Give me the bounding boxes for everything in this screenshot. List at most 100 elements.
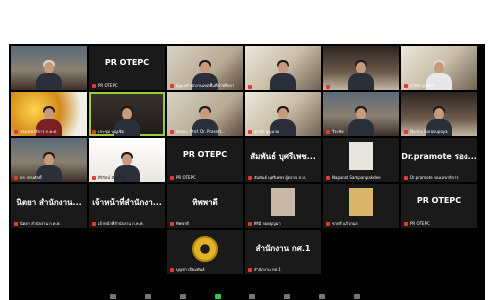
participant-tile[interactable] bbox=[11, 46, 87, 90]
participant-name-label: บุญชา เจียมพันธ์ bbox=[170, 267, 241, 273]
participant-name-label: ผู้ดูแลสำนักงานเขตพื้นที่การศึกษา bbox=[170, 83, 241, 89]
video-icon[interactable] bbox=[144, 294, 151, 299]
participant-name-label: PR OTEPC bbox=[92, 83, 163, 89]
security-icon[interactable] bbox=[179, 294, 186, 299]
participant-tile[interactable]: รองเลขาธิการ ก.ค.ศ. bbox=[11, 92, 87, 136]
participant-name-large: เจ้าหน้าที่สำนักงา... bbox=[92, 198, 162, 207]
mic-muted-icon bbox=[404, 84, 408, 88]
participant-name-label: Dr.pramote รองเลขาธิการ bbox=[404, 175, 475, 181]
participants-gallery: PR OTEPC PR OTEPC ผู้ดูแลสำนักงานเขตพื้น… bbox=[9, 44, 485, 300]
mic-muted-icon bbox=[92, 84, 96, 88]
participant-tile[interactable]: ศิริมี รอดบุญมา bbox=[245, 184, 321, 228]
participant-name-label: เจ้าหน้าที่สำนักงาน ก.ค.ศ. bbox=[92, 221, 163, 227]
participant-name-label: สัมพันธ์ บุศรีเพชร ผู้ตรวจ ส.ป. bbox=[248, 175, 319, 181]
video-conference-screen: PR OTEPC PR OTEPC ผู้ดูแลสำนักงานเขตพื้น… bbox=[0, 0, 488, 300]
mic-muted-icon bbox=[14, 176, 18, 180]
mic-muted-icon bbox=[170, 84, 174, 88]
participant-name-large: PR OTEPC bbox=[416, 196, 462, 205]
organization-emblem-icon bbox=[192, 236, 218, 262]
participant-tile[interactable]: เจ้าหน้าที่สำนักงา... เจ้าหน้าที่สำนักงา… bbox=[89, 184, 165, 228]
participant-name-large: สำนักงาน กศ.1 bbox=[255, 244, 311, 253]
participant-name-label: ศิริรัตน์ ตันชาญ bbox=[92, 175, 163, 181]
mic-muted-icon bbox=[170, 268, 174, 272]
mic-muted-icon bbox=[404, 130, 408, 134]
participant-tile-active-speaker[interactable]: ประชุม บุญเชิด bbox=[89, 92, 165, 136]
participants-icon[interactable] bbox=[214, 294, 221, 299]
participant-name-label: วีระชัย bbox=[326, 129, 397, 135]
mic-muted-icon bbox=[248, 85, 252, 89]
mic-muted-icon bbox=[92, 222, 96, 226]
participant-name-large: Dr.pramote รอง... bbox=[401, 152, 477, 161]
mute-icon[interactable] bbox=[110, 294, 116, 299]
mic-muted-icon bbox=[248, 222, 252, 226]
mic-muted-icon bbox=[326, 222, 330, 226]
participant-tile[interactable]: Naparat Sampanpakdee bbox=[323, 138, 399, 182]
participant-tile[interactable]: สัมพันธ์ บุศรีเพช... สัมพันธ์ บุศรีเพชร … bbox=[245, 138, 321, 182]
mic-muted-icon bbox=[248, 130, 252, 134]
participant-name-label: สำนักงาน กศ.1 bbox=[248, 267, 319, 273]
participant-photo bbox=[271, 188, 295, 216]
participant-tile[interactable]: บุญชา เจียมพันธ์ bbox=[167, 230, 243, 274]
participant-tile[interactable] bbox=[245, 46, 321, 90]
participant-tile[interactable]: นิตยา สำนักงาน... นิตยา สำนักงาน ก.ค.ศ. bbox=[11, 184, 87, 228]
participant-name-large: นิตยา สำนักงาน... bbox=[16, 198, 82, 207]
share-screen-icon[interactable] bbox=[284, 294, 291, 299]
record-icon[interactable] bbox=[319, 294, 326, 299]
participant-tile[interactable]: ผู้ดูแลสำนักงานเขตพื้นที่การศึกษา bbox=[167, 46, 243, 90]
participant-tile[interactable]: ชาตรี แก้วกนก bbox=[323, 184, 399, 228]
participant-tile[interactable]: สุวิทย์ บุญมีศรี bbox=[401, 46, 477, 90]
mic-muted-icon bbox=[326, 176, 330, 180]
participant-name-label: ทิพพาดี bbox=[170, 221, 241, 227]
participant-name-large: PR OTEPC bbox=[182, 150, 228, 159]
participant-name-label: ประชุม บุญเชิด bbox=[92, 129, 163, 135]
participant-tile[interactable]: Dr.pramote รอง... Dr.pramote รองเลขาธิกา… bbox=[401, 138, 477, 182]
participant-name-label: สุวิทย์ บุญมีศรี bbox=[404, 83, 475, 89]
mic-muted-icon bbox=[92, 176, 96, 180]
participant-name-label: ศุภชัย บุญนาค bbox=[248, 129, 319, 135]
mic-muted-icon bbox=[170, 130, 174, 134]
mic-muted-icon bbox=[170, 176, 174, 180]
reactions-icon[interactable] bbox=[353, 294, 360, 299]
participant-name-label bbox=[248, 85, 319, 89]
mic-muted-icon bbox=[14, 222, 18, 226]
mic-muted-icon bbox=[404, 222, 408, 226]
participant-name-label: นิตยา สำนักงาน ก.ค.ศ. bbox=[14, 221, 85, 227]
participant-tile[interactable]: วีระชัย bbox=[323, 92, 399, 136]
participant-photo bbox=[349, 142, 373, 170]
participant-photo bbox=[349, 188, 373, 216]
mic-muted-icon bbox=[404, 176, 408, 180]
participant-name-label: ดร. ทรงศักดิ์ bbox=[14, 175, 85, 181]
participant-name-label: ชาตรี แก้วกนก bbox=[326, 221, 397, 227]
participant-name-label: Narika Sorosupaya bbox=[404, 129, 475, 135]
mic-muted-icon bbox=[248, 176, 252, 180]
participant-tile[interactable]: ดร. ทรงศักดิ์ bbox=[11, 138, 87, 182]
participant-name-label: PR OTEPC bbox=[170, 175, 241, 181]
participant-name-label: PR OTEPC bbox=[404, 221, 475, 227]
participant-name-label: Assoc. Prof. Dr. Prasert... bbox=[170, 129, 241, 135]
participant-name-label bbox=[326, 85, 397, 89]
chat-icon[interactable] bbox=[249, 294, 256, 299]
mic-muted-icon bbox=[326, 130, 330, 134]
participant-tile[interactable]: PR OTEPC PR OTEPC bbox=[167, 138, 243, 182]
participant-tile[interactable]: PR OTEPC PR OTEPC bbox=[401, 184, 477, 228]
mic-muted-icon bbox=[92, 130, 96, 134]
participant-tile[interactable]: Narika Sorosupaya bbox=[401, 92, 477, 136]
participant-tile[interactable]: ศิริรัตน์ ตันชาญ bbox=[89, 138, 165, 182]
mic-muted-icon bbox=[14, 130, 18, 134]
participant-name-large: PR OTEPC bbox=[104, 58, 150, 67]
participant-tile[interactable]: Assoc. Prof. Dr. Prasert... bbox=[167, 92, 243, 136]
participant-tile[interactable]: สำนักงาน กศ.1 สำนักงาน กศ.1 bbox=[245, 230, 321, 274]
participant-tile[interactable] bbox=[323, 46, 399, 90]
meeting-toolbar bbox=[110, 293, 360, 300]
participant-name-label: รองเลขาธิการ ก.ค.ศ. bbox=[14, 129, 85, 135]
participant-tile[interactable]: ทิพพาดี ทิพพาดี bbox=[167, 184, 243, 228]
participant-name-label: ศิริมี รอดบุญมา bbox=[248, 221, 319, 227]
mic-muted-icon bbox=[170, 222, 174, 226]
participant-tile[interactable]: PR OTEPC PR OTEPC bbox=[89, 46, 165, 90]
mic-muted-icon bbox=[248, 268, 252, 272]
participant-name-large: ทิพพาดี bbox=[192, 198, 218, 207]
participant-name-label: Naparat Sampanpakdee bbox=[326, 175, 397, 181]
participant-video bbox=[36, 60, 62, 90]
mic-muted-icon bbox=[326, 85, 330, 89]
participant-tile[interactable]: ศุภชัย บุญนาค bbox=[245, 92, 321, 136]
